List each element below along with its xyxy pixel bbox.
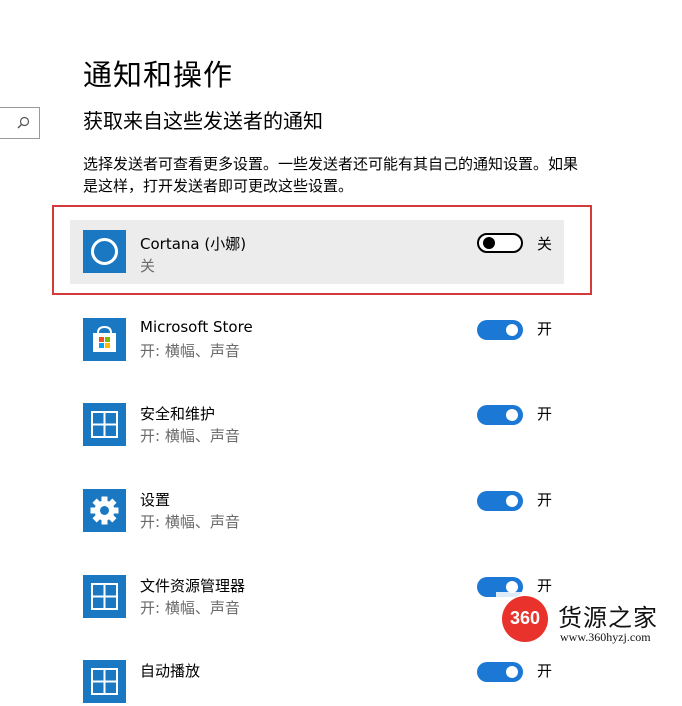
section-description: 选择发送者可查看更多设置。一些发送者还可能有其自己的通知设置。如果是这样，打开发…: [83, 155, 579, 195]
sender-name: Cortana (小娜): [140, 235, 247, 253]
sender-name: 设置: [140, 491, 171, 509]
toggle-state-label: 开: [537, 320, 553, 338]
cortana-ring-icon: [83, 230, 126, 273]
window-grid-icon: [83, 403, 126, 446]
watermark-url: www.360hyzj.com: [560, 630, 651, 644]
toggle-state-label: 开: [537, 491, 553, 509]
search-icon: [17, 116, 30, 129]
search-box[interactable]: [0, 107, 40, 139]
toggle-state-label: 关: [537, 235, 553, 253]
toggle-knob: [506, 409, 518, 421]
window-grid-icon: [83, 660, 126, 703]
toggle-state-label: 开: [537, 662, 553, 680]
sender-row-file-explorer[interactable]: 文件资源管理器 开: 横幅、声音 开: [83, 575, 563, 621]
sender-row-cortana[interactable]: Cortana (小娜) 关 关: [83, 230, 563, 276]
toggle-state-label: 开: [537, 405, 553, 423]
toggle-knob: [506, 666, 518, 678]
sender-name: Microsoft Store: [140, 318, 253, 336]
sender-name: 文件资源管理器: [140, 577, 246, 595]
notification-toggle[interactable]: [477, 233, 523, 253]
notification-toggle[interactable]: [477, 320, 523, 340]
sender-row-security-maintenance[interactable]: 安全和维护 开: 横幅、声音 开: [83, 403, 563, 449]
window-grid-icon: [83, 575, 126, 618]
watermark-title: 货源之家: [558, 604, 658, 632]
watermark-logo-icon: 360: [502, 596, 548, 642]
page-title: 通知和操作: [83, 58, 234, 92]
notification-toggle[interactable]: [477, 405, 523, 425]
sender-row-settings[interactable]: 设置 开: 横幅、声音 开: [83, 489, 563, 535]
sender-status: 开: 横幅、声音: [140, 342, 240, 360]
sender-row-autoplay[interactable]: 自动播放 开: [83, 660, 563, 706]
toggle-knob: [483, 237, 495, 249]
gear-icon: [83, 489, 126, 532]
sender-name: 安全和维护: [140, 405, 216, 423]
sender-name: 自动播放: [140, 662, 201, 680]
section-title: 获取来自这些发送者的通知: [83, 109, 323, 133]
notification-toggle[interactable]: [477, 491, 523, 511]
notification-toggle[interactable]: [477, 662, 523, 682]
toggle-knob: [506, 324, 518, 336]
sender-status: 开: 横幅、声音: [140, 599, 240, 617]
site-watermark: 360 货源之家 www.360hyzj.com: [496, 592, 682, 654]
sender-status: 开: 横幅、声音: [140, 513, 240, 531]
toggle-knob: [506, 495, 518, 507]
watermark-badge: 360: [509, 608, 541, 628]
store-bag-icon: [83, 318, 126, 361]
sender-row-microsoft-store[interactable]: Microsoft Store 开: 横幅、声音 开: [83, 318, 563, 364]
sender-status: 开: 横幅、声音: [140, 427, 240, 445]
sender-status: 关: [140, 257, 156, 275]
